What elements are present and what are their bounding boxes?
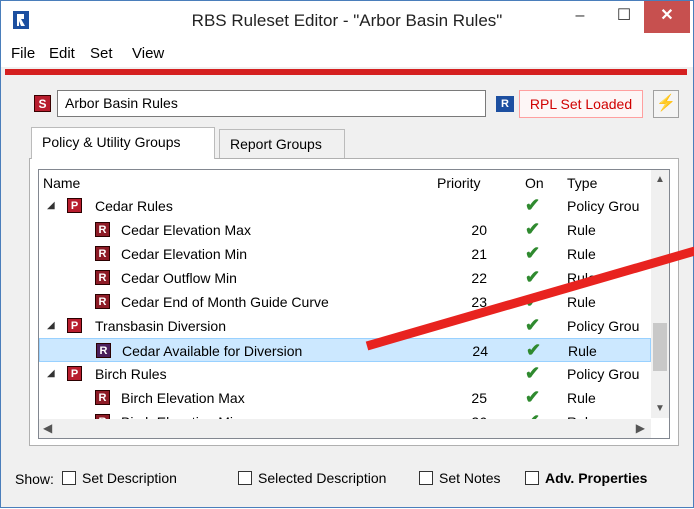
rule-row[interactable]: R Cedar Available for Diversion 24 ✔ Rule [39,338,651,362]
ruleset-icon: S [34,95,51,112]
accent-divider [5,69,687,75]
scroll-left-icon[interactable]: ◀ [43,421,52,435]
tab-policy-utility-groups[interactable]: Policy & Utility Groups [31,127,215,159]
lightning-bolt-icon[interactable]: ⚡ [653,90,679,118]
rule-icon: R [96,343,111,358]
rule-icon: R [95,222,110,237]
row-type: Rule [568,343,597,359]
tab-panel: Name Priority On Type ◢ P Cedar Rules ✔ Poli… [29,158,679,446]
row-priority: 20 [471,222,487,238]
row-type: Policy Grou [567,318,640,334]
show-options-row: Show: Set Description Selected Descripti… [1,467,693,491]
row-name: Cedar Elevation Min [121,246,248,262]
checkmark-icon[interactable]: ✔ [525,195,540,216]
checkmark-icon[interactable]: ✔ [525,315,540,336]
checkmark-icon[interactable]: ✔ [525,219,540,240]
column-header-priority[interactable]: Priority [437,175,481,191]
rule-row[interactable]: R Cedar Outflow Min 22 ✔ Rule [39,266,651,290]
show-label: Show: [15,471,54,487]
set-description-label[interactable]: Set Description [82,470,177,486]
row-name: Cedar Rules [95,198,173,214]
row-name: Cedar End of Month Guide Curve [121,294,329,310]
expand-triangle-icon[interactable]: ◢ [47,320,55,331]
row-type: Rule [567,246,596,262]
rpl-icon: R [496,96,514,112]
menu-bar: File Edit Set View [1,41,693,67]
column-header-type[interactable]: Type [567,175,597,191]
checkmark-icon[interactable]: ✔ [526,340,541,361]
row-type: Rule [567,222,596,238]
set-notes-label[interactable]: Set Notes [439,470,500,486]
title-bar[interactable]: RBS Ruleset Editor - "Arbor Basin Rules"… [1,1,693,41]
policy-group-row[interactable]: ◢ P Birch Rules ✔ Policy Grou [39,362,651,386]
column-headers: Name Priority On Type [39,170,669,194]
tab-report-groups[interactable]: Report Groups [219,129,345,159]
horizontal-scrollbar[interactable]: ◀ ▶ [39,419,651,438]
rule-icon: R [95,390,110,405]
set-name-row: S Arbor Basin Rules R RPL Set Loaded ⚡ [1,87,693,118]
menu-edit[interactable]: Edit [49,45,75,62]
expand-triangle-icon[interactable]: ◢ [47,200,55,211]
rule-row[interactable]: R Cedar End of Month Guide Curve 23 ✔ Rule [39,290,651,314]
row-type: Policy Grou [567,198,640,214]
maximize-button[interactable]: ☐ [601,1,647,33]
expand-triangle-icon[interactable]: ◢ [47,368,55,379]
adv-properties-checkbox[interactable] [525,471,539,485]
selected-description-checkbox[interactable] [238,471,252,485]
policy-group-row[interactable]: ◢ P Cedar Rules ✔ Policy Grou [39,194,651,218]
ruleset-editor-window: RBS Ruleset Editor - "Arbor Basin Rules"… [0,0,694,508]
row-priority: 22 [471,270,487,286]
row-priority: 21 [471,246,487,262]
menu-set[interactable]: Set [90,45,113,62]
menu-view[interactable]: View [132,45,164,62]
rule-row[interactable]: R Cedar Elevation Min 21 ✔ Rule [39,242,651,266]
set-description-checkbox[interactable] [62,471,76,485]
close-button[interactable]: ✕ [644,1,690,33]
column-header-name[interactable]: Name [43,175,80,191]
checkmark-icon[interactable]: ✔ [525,243,540,264]
policy-group-icon: P [67,366,82,381]
set-name-field[interactable]: Arbor Basin Rules [57,90,486,117]
row-priority: 25 [471,390,487,406]
rule-row[interactable]: R Cedar Elevation Max 20 ✔ Rule [39,218,651,242]
row-priority: 23 [471,294,487,310]
row-name: Birch Elevation Max [121,390,245,406]
checkmark-icon[interactable]: ✔ [525,387,540,408]
scroll-up-icon[interactable]: ▲ [655,174,665,185]
rpl-status-badge: RPL Set Loaded [519,90,643,118]
row-type: Rule [567,270,596,286]
row-type: Rule [567,294,596,310]
selected-description-label[interactable]: Selected Description [258,470,386,486]
scroll-thumb[interactable] [653,323,667,371]
adv-properties-label[interactable]: Adv. Properties [545,470,647,486]
policy-group-row[interactable]: ◢ P Transbasin Diversion ✔ Policy Grou [39,314,651,338]
row-type: Rule [567,390,596,406]
row-name: Cedar Available for Diversion [122,343,303,359]
set-notes-checkbox[interactable] [419,471,433,485]
minimize-button[interactable]: – [557,1,603,33]
window-title: RBS Ruleset Editor - "Arbor Basin Rules" [191,11,503,30]
row-name: Birch Rules [95,366,167,382]
row-type: Policy Grou [567,366,640,382]
row-name: Cedar Elevation Max [121,222,251,238]
scroll-right-icon[interactable]: ▶ [636,421,645,435]
rule-icon: R [95,246,110,261]
row-name: Cedar Outflow Min [121,270,237,286]
policy-group-icon: P [67,198,82,213]
checkmark-icon[interactable]: ✔ [525,267,540,288]
vertical-scrollbar[interactable]: ▲ ▼ [651,170,669,418]
menu-file[interactable]: File [11,45,35,62]
rule-row[interactable]: R Birch Elevation Max 25 ✔ Rule [39,386,651,410]
policy-group-icon: P [67,318,82,333]
scroll-down-icon[interactable]: ▼ [655,403,665,414]
rule-icon: R [95,270,110,285]
checkmark-icon[interactable]: ✔ [525,291,540,312]
row-priority: 24 [472,343,488,359]
rules-tree-table: Name Priority On Type ◢ P Cedar Rules ✔ Poli… [38,169,670,439]
checkmark-icon[interactable]: ✔ [525,363,540,384]
rule-icon: R [95,294,110,309]
row-name: Transbasin Diversion [95,318,226,334]
column-header-on[interactable]: On [525,175,544,191]
